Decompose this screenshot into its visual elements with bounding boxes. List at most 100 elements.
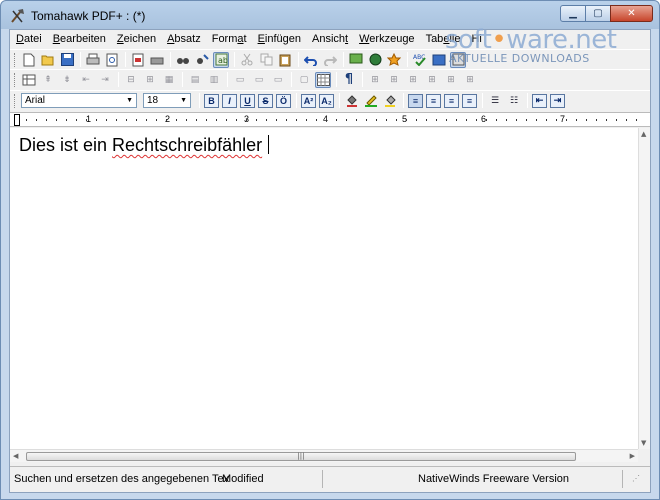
- cell-bottom-button[interactable]: ▭: [270, 72, 286, 88]
- document-editor[interactable]: Dies ist ein Rechtschreibfähler: [10, 128, 638, 457]
- align-left-button[interactable]: ≡: [408, 93, 423, 108]
- delete-row-button[interactable]: ⊟: [123, 72, 139, 88]
- insert-column-right-button[interactable]: ⇥: [97, 72, 113, 88]
- decrease-indent-button[interactable]: ⇤: [532, 93, 547, 108]
- menu-ansicht[interactable]: Ansicht: [312, 33, 348, 45]
- tomahawk-app-icon[interactable]: [9, 8, 25, 24]
- horizontal-scroll-thumb[interactable]: |||: [26, 452, 576, 461]
- bullet-list-button[interactable]: ☰: [487, 93, 503, 109]
- document-line[interactable]: Dies ist ein Rechtschreibfähler: [19, 135, 270, 156]
- close-button[interactable]: ✕: [610, 5, 653, 22]
- save-button[interactable]: [59, 52, 75, 68]
- border-none-button[interactable]: ⊞: [462, 72, 478, 88]
- toolbar-separator: [118, 72, 119, 87]
- menu-zeichen[interactable]: Zeichen: [117, 33, 156, 45]
- cell-middle-button[interactable]: ▭: [251, 72, 267, 88]
- toolbar-grip[interactable]: [14, 72, 17, 87]
- highlight-button[interactable]: [363, 93, 379, 109]
- strikethrough-button[interactable]: S: [258, 93, 273, 108]
- underline-button[interactable]: U: [240, 93, 255, 108]
- border-vertical-button[interactable]: ⊞: [443, 72, 459, 88]
- goto-button[interactable]: ab: [213, 51, 229, 68]
- indent-marker[interactable]: [14, 114, 20, 126]
- bold-button[interactable]: B: [204, 93, 219, 108]
- show-formatting-button[interactable]: ¶: [341, 72, 357, 88]
- align-right-button[interactable]: ≡: [444, 93, 459, 108]
- border-outer-button[interactable]: ⊞: [386, 72, 402, 88]
- scroll-up-icon[interactable]: ▲: [641, 130, 646, 138]
- redo-button[interactable]: [322, 52, 338, 68]
- delete-column-button[interactable]: ⊞: [142, 72, 158, 88]
- background-color-button[interactable]: [382, 93, 398, 109]
- table-properties-button[interactable]: [21, 72, 37, 88]
- misspelled-word[interactable]: Rechtschreibfähler: [112, 135, 262, 155]
- web-button[interactable]: [367, 52, 383, 68]
- grid-lines-button[interactable]: [315, 71, 331, 88]
- export-pdf-button[interactable]: [130, 52, 146, 68]
- menu-bearbeiten[interactable]: Bearbeiten: [53, 33, 106, 45]
- scroll-down-icon[interactable]: ▼: [641, 439, 646, 447]
- outline-button[interactable]: Ö: [276, 93, 291, 108]
- merge-cells-button[interactable]: ▤: [187, 72, 203, 88]
- insert-row-below-button[interactable]: ⇟: [59, 72, 75, 88]
- italic-button[interactable]: I: [222, 93, 237, 108]
- border-all-button[interactable]: ⊞: [367, 72, 383, 88]
- table-pencil-icon: [22, 74, 36, 86]
- subscript-button[interactable]: A₂: [319, 93, 334, 108]
- find-button[interactable]: [175, 52, 191, 68]
- vertical-scrollbar[interactable]: ▲ ▼: [638, 128, 650, 449]
- toolbar-grip[interactable]: [14, 52, 17, 67]
- insert-image-button[interactable]: [386, 52, 402, 68]
- menu-einfuegen[interactable]: Einfügen: [258, 33, 301, 45]
- ruler[interactable]: 1 2 3 4 5 6 7: [10, 112, 650, 127]
- watermark-subtitle: AKTUELLE DOWNLOADS: [449, 52, 590, 65]
- minimize-button[interactable]: ▁: [560, 5, 586, 22]
- text-color-button[interactable]: [344, 93, 360, 109]
- status-version: NativeWinds Freeware Version: [418, 473, 570, 485]
- new-document-button[interactable]: [21, 52, 37, 68]
- undo-button[interactable]: [303, 52, 319, 68]
- insert-column-left-button[interactable]: ⇤: [78, 72, 94, 88]
- insert-column-left-icon: ⇤: [82, 74, 90, 85]
- menu-absatz[interactable]: Absatz: [167, 33, 201, 45]
- maximize-button[interactable]: ▢: [585, 5, 611, 22]
- align-center-button[interactable]: ≡: [426, 93, 441, 108]
- border-inner-button[interactable]: ⊞: [405, 72, 421, 88]
- print-preview-button[interactable]: [104, 52, 120, 68]
- replace-button[interactable]: [194, 52, 210, 68]
- delete-table-button[interactable]: ▦: [161, 72, 177, 88]
- menu-werkzeuge[interactable]: Werkzeuge: [359, 33, 414, 45]
- toolbar-separator: [199, 93, 200, 108]
- font-name-select[interactable]: Arial ▼: [21, 93, 137, 108]
- scroll-right-icon[interactable]: ▶: [630, 452, 635, 460]
- spellcheck-button[interactable]: ABC: [412, 52, 428, 68]
- copy-button[interactable]: [258, 52, 274, 68]
- ruler-tick: [636, 119, 637, 121]
- font-size-select[interactable]: 18 ▼: [143, 93, 191, 108]
- frame-button[interactable]: ▢: [296, 72, 312, 88]
- print-button[interactable]: [85, 52, 101, 68]
- border-horizontal-button[interactable]: ⊞: [424, 72, 440, 88]
- insert-row-above-button[interactable]: ⇞: [40, 72, 56, 88]
- toolbar-separator: [170, 52, 171, 67]
- paste-button[interactable]: [277, 52, 293, 68]
- ruler-tick: [546, 119, 547, 121]
- open-button[interactable]: [40, 52, 56, 68]
- menu-format[interactable]: Format: [212, 33, 247, 45]
- insert-table-button[interactable]: [348, 52, 364, 68]
- numbered-list-button[interactable]: ☷: [506, 93, 522, 109]
- resize-grip-icon[interactable]: ⋰: [632, 471, 640, 487]
- menu-datei[interactable]: Datei: [16, 33, 42, 45]
- toolbar-grip[interactable]: [14, 93, 17, 108]
- toolbar-separator: [343, 52, 344, 67]
- horizontal-scrollbar[interactable]: ◀ ||| ▶: [10, 449, 638, 462]
- ruler-tick: [286, 119, 287, 121]
- scroll-left-icon[interactable]: ◀: [13, 452, 18, 460]
- split-cells-button[interactable]: ▥: [206, 72, 222, 88]
- increase-indent-button[interactable]: ⇥: [550, 93, 565, 108]
- superscript-button[interactable]: A²: [301, 93, 316, 108]
- cut-button[interactable]: [239, 52, 255, 68]
- cell-top-button[interactable]: ▭: [232, 72, 248, 88]
- mail-button[interactable]: [149, 52, 165, 68]
- align-justify-button[interactable]: ≡: [462, 93, 477, 108]
